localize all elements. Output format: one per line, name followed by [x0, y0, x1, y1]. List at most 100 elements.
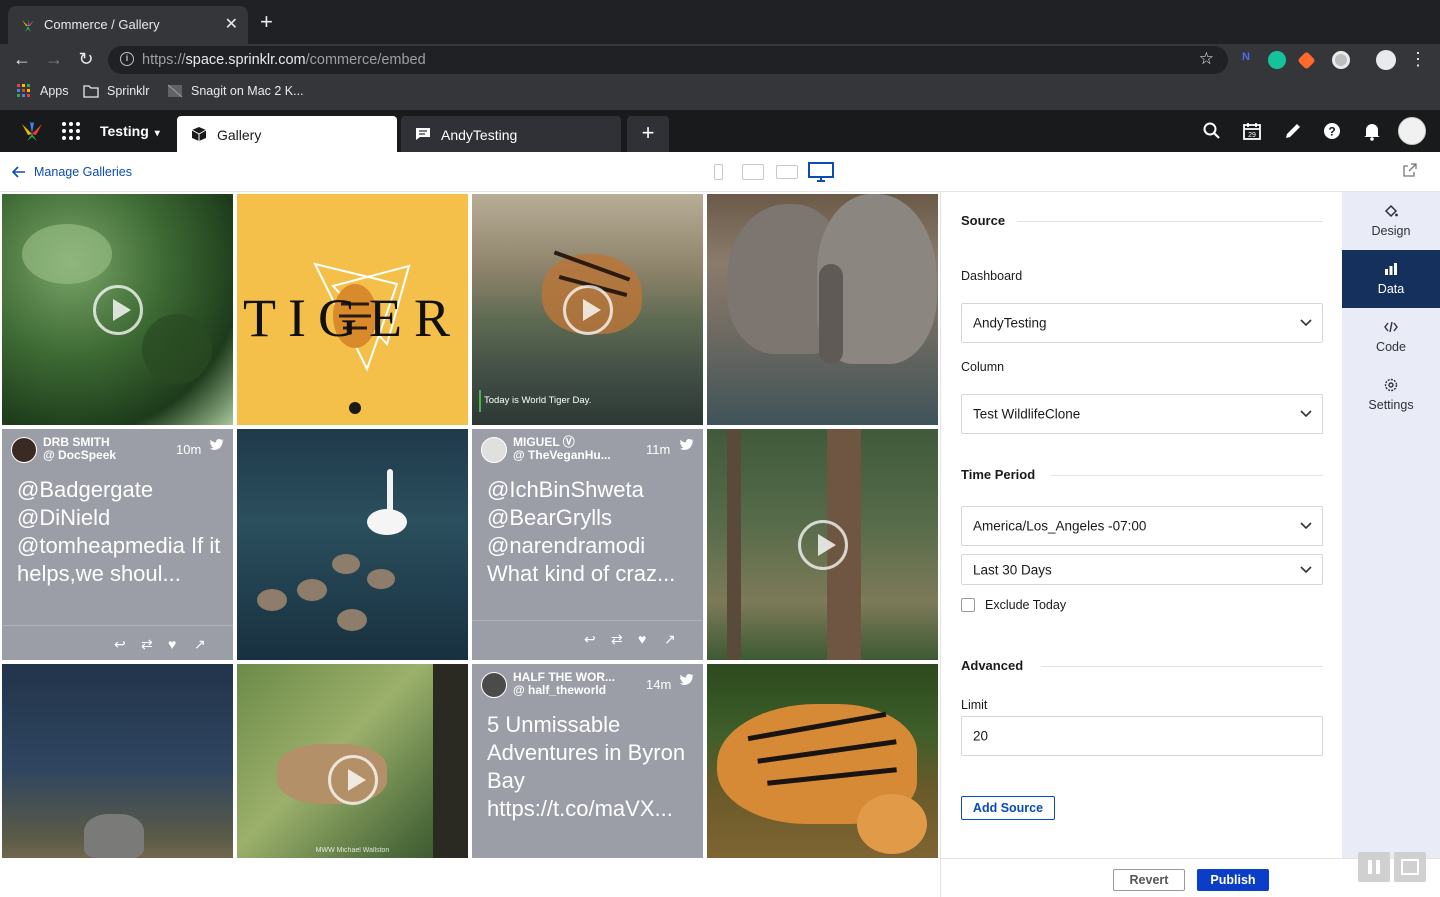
tab-andytesting[interactable]: AndyTesting: [401, 116, 621, 152]
add-tab-button[interactable]: +: [627, 116, 669, 152]
manage-galleries-link[interactable]: Manage Galleries: [12, 165, 132, 179]
pause-icon[interactable]: [1358, 852, 1390, 882]
sidenav-item-settings[interactable]: Settings: [1342, 366, 1440, 424]
browser-menu-icon[interactable]: ⋮: [1407, 49, 1429, 70]
reload-icon[interactable]: ↻: [75, 49, 97, 70]
extension-record-icon[interactable]: [1332, 51, 1350, 69]
browser-tab[interactable]: Commerce / Gallery ✕: [8, 6, 248, 44]
extension-puzzle-icon[interactable]: [1297, 51, 1316, 70]
back-arrow-icon[interactable]: ←: [11, 49, 33, 70]
external-link-icon[interactable]: ↗: [664, 631, 676, 648]
gallery-tile-tiger-graphic[interactable]: TIGER: [237, 194, 468, 425]
tab-gallery[interactable]: Gallery: [177, 116, 397, 152]
tweet-text: 5 Unmissable Adventures in Byron Bay htt…: [487, 712, 686, 821]
tablet-preview-icon[interactable]: [742, 164, 764, 180]
tweet-author-handle: @ half_theworld: [513, 683, 607, 697]
sidenav-item-design[interactable]: Design: [1342, 192, 1440, 250]
url-bar[interactable]: i https://space.sprinklr.com/commerce/em…: [108, 46, 1228, 74]
exclude-today-checkbox[interactable]: [961, 598, 975, 612]
limit-label: Limit: [961, 698, 988, 712]
sprinklr-logo-icon[interactable]: [20, 120, 44, 142]
retweet-icon[interactable]: ⇄: [141, 636, 153, 653]
limit-input[interactable]: 20: [961, 716, 1323, 756]
gallery-tile-tweet[interactable]: DRB SMITH @ DocSpeek 10m @Badgergate @Di…: [2, 429, 233, 660]
bookmark-sprinklr[interactable]: Sprinklr: [83, 84, 149, 98]
gallery-tile-wolf[interactable]: [2, 664, 233, 858]
arrow-left-icon: [12, 166, 25, 178]
bookmark-snagit[interactable]: Snagit on Mac 2 K...: [167, 84, 304, 98]
heart-icon[interactable]: ♥: [638, 631, 646, 647]
grammarly-extension-icon[interactable]: [1268, 51, 1286, 69]
editor-side-nav: Design Data Code Settings: [1342, 192, 1440, 858]
gallery-tile-video-leaves[interactable]: [2, 194, 233, 425]
timezone-select[interactable]: America/Los_Angeles -07:00: [961, 506, 1323, 546]
close-tab-icon[interactable]: ✕: [225, 14, 238, 34]
tab-label: Gallery: [217, 127, 262, 143]
help-icon[interactable]: ?: [1322, 121, 1342, 141]
revert-button[interactable]: Revert: [1113, 869, 1185, 891]
forward-arrow-icon[interactable]: →: [43, 49, 65, 70]
gallery-tile-tweet[interactable]: MIGUEL Ⓥ @ TheVeganHu... 11m @IchBinShwe…: [472, 429, 703, 660]
play-icon[interactable]: [797, 519, 848, 570]
play-icon[interactable]: [562, 284, 613, 335]
gallery-tile-tweet[interactable]: HALF THE WOR... @ half_theworld 14m 5 Un…: [472, 664, 703, 858]
gallery-tile-elephants[interactable]: [707, 194, 938, 425]
desktop-preview-icon[interactable]: [808, 162, 834, 182]
retweet-icon[interactable]: ⇄: [611, 631, 623, 648]
avatar: [11, 437, 37, 463]
heart-icon[interactable]: ♥: [168, 636, 176, 652]
sidenav-item-code[interactable]: Code: [1342, 308, 1440, 366]
bookmark-apps[interactable]: Apps: [16, 84, 69, 98]
bookmark-star-icon[interactable]: ☆: [1199, 49, 1214, 69]
tweet-time: 10m: [176, 442, 202, 457]
calendar-icon[interactable]: 29: [1242, 121, 1262, 141]
picture-icon[interactable]: [1394, 852, 1426, 882]
tweet-text: @Badgergate @DiNield @tomheapmedia If it…: [17, 477, 221, 586]
sidenav-item-data[interactable]: Data: [1342, 250, 1440, 308]
sidenav-label: Data: [1377, 282, 1405, 296]
add-source-button[interactable]: Add Source: [961, 796, 1055, 820]
mobile-preview-icon[interactable]: [714, 164, 723, 180]
publish-button[interactable]: Publish: [1197, 869, 1269, 891]
column-select[interactable]: Test WildlifeClone: [961, 394, 1323, 434]
play-icon[interactable]: [327, 754, 378, 805]
tile-caption: Today is World Tiger Day.: [484, 395, 592, 406]
profile-avatar-icon[interactable]: [1376, 50, 1396, 70]
search-icon[interactable]: [1202, 121, 1222, 141]
pencil-icon[interactable]: [1283, 121, 1303, 141]
new-tab-icon[interactable]: +: [260, 10, 273, 34]
workspace-switcher[interactable]: Testing ▾: [100, 123, 160, 139]
bell-icon[interactable]: [1362, 121, 1382, 141]
sidenav-label: Design: [1371, 224, 1411, 238]
gallery-tile-video-tiger-water[interactable]: Today is World Tiger Day.: [472, 194, 703, 425]
laptop-preview-icon[interactable]: [776, 165, 798, 179]
play-icon[interactable]: [92, 284, 143, 335]
external-link-icon[interactable]: [1403, 163, 1417, 177]
app-launcher-grid-icon[interactable]: [62, 122, 80, 140]
gallery-tile-swans[interactable]: [237, 429, 468, 660]
tile-caption: MWW Michael Wallston: [315, 847, 390, 854]
folder-icon: [83, 85, 99, 98]
gallery-tile-video-forest[interactable]: [707, 429, 938, 660]
extension-n-icon[interactable]: N: [1237, 51, 1255, 69]
tile-caption: TIGER: [243, 288, 462, 348]
twitter-icon[interactable]: [210, 439, 224, 451]
twitter-icon[interactable]: [680, 674, 694, 686]
site-info-icon[interactable]: i: [120, 52, 134, 66]
reply-icon[interactable]: ↩: [114, 636, 126, 653]
column-label: Column: [961, 360, 1005, 374]
paint-bucket-icon: [1384, 204, 1398, 218]
tweet-actions: ↩ ⇄ ♥ ↗: [2, 625, 233, 660]
bookmark-label: Sprinklr: [107, 84, 150, 98]
dashboard-select[interactable]: AndyTesting: [961, 303, 1323, 343]
twitter-icon[interactable]: [680, 439, 694, 451]
avatar: [481, 437, 507, 463]
user-avatar[interactable]: [1398, 117, 1426, 145]
gallery-tile-tigers[interactable]: [707, 664, 938, 858]
gallery-tile-video-deer[interactable]: MWW Michael Wallston: [237, 664, 468, 858]
reply-icon[interactable]: ↩: [584, 631, 596, 648]
external-link-icon[interactable]: ↗: [194, 636, 206, 653]
section-heading-advanced: Advanced: [961, 658, 1024, 673]
date-range-select[interactable]: Last 30 Days: [961, 554, 1323, 585]
app-header: Testing ▾ Gallery AndyTesting + 29 ?: [0, 110, 1440, 152]
